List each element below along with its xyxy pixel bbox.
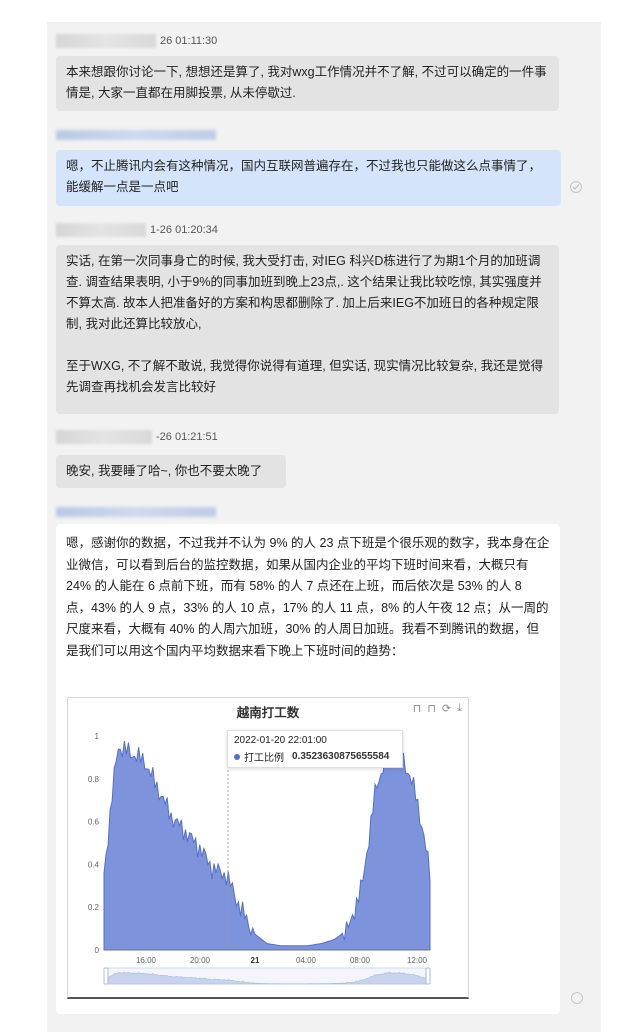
sender-name-blurred [56,130,216,140]
tooltip-value: 0.3523630875655584 [292,751,390,762]
message-meta [56,126,216,144]
check-circle-icon [570,181,582,193]
message-text: 嗯，不止腾讯内会有这种情况，国内互联网普遍存在，不过我也只能做这么点事情了，能缓… [66,159,542,194]
message-text: 实话, 在第一次同事身亡的时候, 我大受打击, 对IEG 科兴D栋进行了为期1个… [66,254,542,331]
y-tick-label: 0.8 [88,775,100,784]
message-text: 本来想跟你讨论一下, 想想还是算了, 我对wxg工作情况并不了解, 不过可以确定… [66,65,547,100]
sender-name-blurred [56,430,152,444]
message-time: -26 01:21:51 [156,431,218,443]
message-time: 26 01:11:30 [160,35,218,47]
y-tick-label: 0.6 [88,818,100,827]
message-text: 晚安, 我要睡了哈~, 你也不要太晚了 [66,464,263,478]
data-zoom-handle-right [425,967,431,985]
circle-icon [571,992,583,1004]
message-bubble[interactable]: 晚安, 我要睡了哈~, 你也不要太晚了 [56,455,286,488]
x-tick-label: 12:00 [407,956,428,965]
y-tick-label: 0.2 [88,903,100,912]
tooltip-time: 2022-01-20 22:01:00 [234,735,327,746]
tooltip-series: 打工比例 [244,753,284,764]
message-meta: 1-26 01:20:34 [56,221,218,239]
y-tick-label: 0 [95,946,100,955]
message-meta: 26 01:11:30 [56,32,217,50]
x-tick-label: 08:00 [350,956,371,965]
x-tick-label: 04:00 [296,956,317,965]
message-meta [56,503,216,521]
sender-name-blurred [56,223,146,237]
message-bubble[interactable]: 实话, 在第一次同事身亡的时候, 我大受打击, 对IEG 科兴D栋进行了为期1个… [56,245,559,414]
x-tick-label: 21 [251,956,260,965]
chart-card: 越南打工数 ⊓ ⊓ ⟳ ⤓ 0 0.2 0.4 0.6 0.8 1 16:00 20:00 21… [67,697,469,999]
sender-name-blurred [56,507,216,517]
message-time: 1-26 01:20:34 [150,224,218,236]
message-bubble[interactable]: 嗯，不止腾讯内会有这种情况，国内互联网普遍存在，不过我也只能做这么点事情了，能缓… [56,150,561,206]
series-area [103,740,431,951]
data-zoom-handle-left [103,967,109,985]
x-tick-label: 16:00 [136,956,157,965]
sender-name-blurred [56,34,156,48]
x-tick-label: 20:00 [190,956,211,965]
message-bubble[interactable]: 本来想跟你讨论一下, 想想还是算了, 我对wxg工作情况并不了解, 不过可以确定… [56,56,559,111]
chart-tooltip: 2022-01-20 22:01:00 打工比例 0.3523630875655… [227,730,403,768]
message-text: 嗯，感谢你的数据，不过我并不认为 9% 的人 23 点下班是个很乐观的数字，我本… [66,536,550,658]
y-tick-label: 1 [95,732,100,741]
series-dot-icon [234,753,240,760]
message-meta: -26 01:21:51 [56,428,218,446]
message-text: 至于WXG, 不了解不敢说, 我觉得你说得有道理, 但实话, 现实情况比较复杂,… [66,359,544,394]
y-tick-label: 0.4 [88,860,100,869]
